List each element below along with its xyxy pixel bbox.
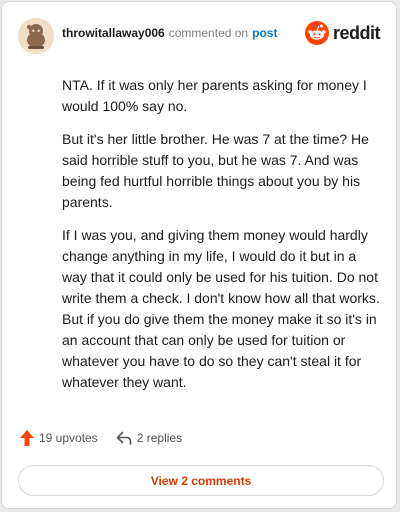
reply-control[interactable]: 2 replies [116, 431, 182, 445]
post-link[interactable]: post [252, 26, 277, 40]
comment-body: NTA. If it was only her parents asking f… [62, 75, 380, 405]
comment-paragraph: If I was you, and giving them money woul… [62, 227, 380, 390]
comment-meta: throwitallaway006 commented on post [62, 26, 305, 40]
upvote-control[interactable]: 19 upvotes [20, 430, 98, 446]
username[interactable]: throwitallaway006 [62, 26, 165, 40]
snoo-avatar-icon [18, 18, 54, 54]
brand-name: reddit [332, 22, 381, 43]
avatar[interactable] [18, 18, 54, 54]
reply-arrow-icon[interactable] [116, 431, 132, 445]
upvote-count: 19 upvotes [39, 431, 98, 445]
comment-header: throwitallaway006 commented on post redd… [18, 18, 381, 54]
comment-paragraph: NTA. If it was only her parents asking f… [62, 77, 367, 114]
comment-paragraph: But it's her little brother. He was 7 at… [62, 131, 369, 210]
reddit-logo-icon [304, 21, 329, 45]
view-comments-button[interactable]: View 2 comments [18, 465, 384, 496]
reddit-brand[interactable]: reddit [304, 21, 381, 45]
comment-footer: 19 upvotes 2 replies [20, 430, 182, 446]
upvote-arrow-icon[interactable] [20, 430, 34, 446]
action-text: commented on [168, 26, 249, 40]
comment-card: throwitallaway006 commented on post redd… [1, 1, 397, 509]
reply-count: 2 replies [136, 431, 183, 445]
